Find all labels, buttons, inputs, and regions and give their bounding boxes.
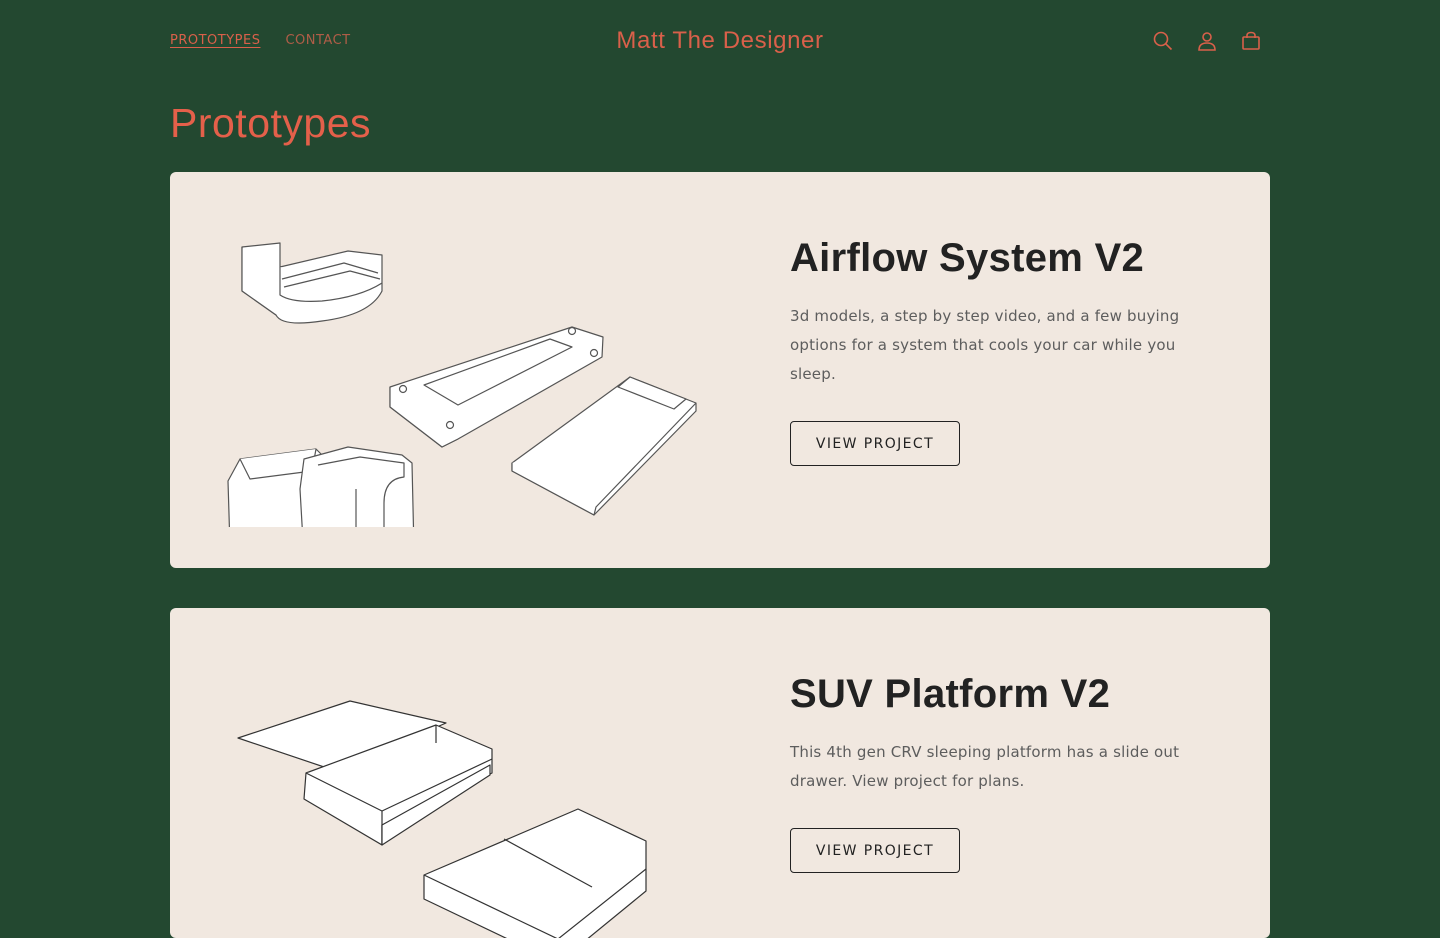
project-image-suv-platform[interactable]: [220, 663, 710, 938]
project-title[interactable]: Airflow System V2: [790, 234, 1190, 282]
project-description: This 4th gen CRV sleeping platform has a…: [790, 743, 1180, 790]
project-card: SUV Platform V2 This 4th gen CRV sleepin…: [170, 608, 1270, 938]
project-content: SUV Platform V2 This 4th gen CRV sleepin…: [790, 670, 1190, 873]
site-header: PROTOTYPES CONTACT Matt The Designer: [0, 0, 1440, 84]
view-project-button[interactable]: VIEW PROJECT: [790, 828, 960, 873]
header-icons: [1150, 28, 1264, 54]
project-image-airflow[interactable]: [220, 227, 710, 568]
cart-icon[interactable]: [1238, 28, 1264, 54]
project-content: Airflow System V2 3d models, a step by s…: [790, 234, 1190, 466]
page-title: Prototypes: [170, 100, 371, 146]
project-title[interactable]: SUV Platform V2: [790, 670, 1190, 718]
account-icon[interactable]: [1194, 28, 1220, 54]
view-project-button[interactable]: VIEW PROJECT: [790, 421, 960, 466]
project-description: 3d models, a step by step video, and a f…: [790, 307, 1180, 383]
search-icon[interactable]: [1150, 28, 1176, 54]
project-card: Airflow System V2 3d models, a step by s…: [170, 172, 1270, 568]
